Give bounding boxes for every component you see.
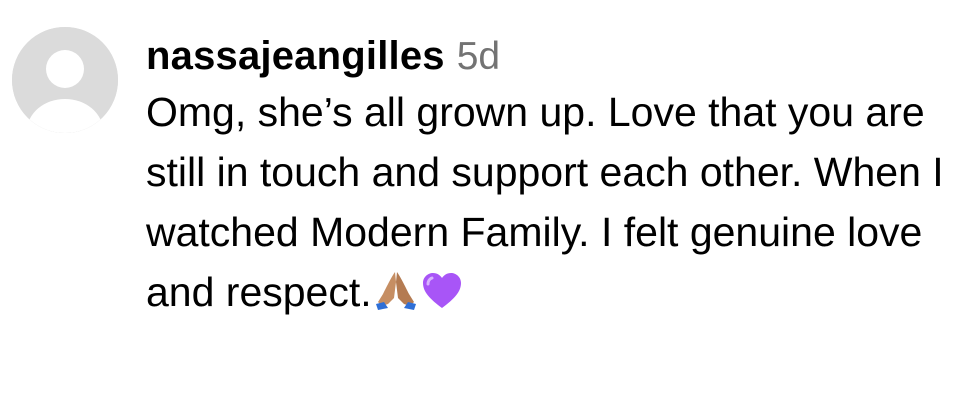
comment: nassajeangilles 5d Omg, she’s all grown … — [0, 0, 980, 416]
folded-hands-emoji — [374, 268, 418, 312]
username-link[interactable]: nassajeangilles — [146, 24, 445, 88]
comment-body: nassajeangilles 5d Omg, she’s all grown … — [146, 24, 968, 322]
avatar[interactable] — [12, 27, 118, 133]
purple-heart-emoji — [420, 268, 464, 312]
timestamp[interactable]: 5d — [457, 25, 500, 89]
default-avatar-icon — [12, 27, 118, 133]
comment-text: Omg, she’s all grown up. Love that you a… — [146, 82, 968, 322]
comment-header: nassajeangilles 5d — [146, 24, 968, 88]
comment-text-content: Omg, she’s all grown up. Love that you a… — [146, 89, 944, 315]
